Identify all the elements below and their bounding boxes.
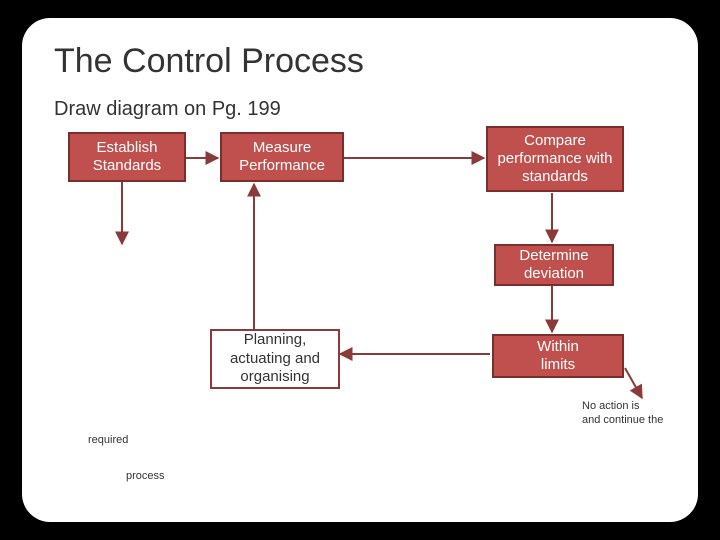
- box-compare: Compare performance with standards: [486, 126, 624, 192]
- note-text: No action is and continue the: [582, 400, 663, 426]
- note-no-action: No action is and continue the: [582, 400, 692, 428]
- slide-subtitle: Draw diagram on Pg. 199: [54, 98, 281, 121]
- box-planning: Planning, actuating and organising: [210, 329, 340, 389]
- slide-title: The Control Process: [54, 42, 364, 81]
- box-establish-standards: Establish Standards: [68, 132, 186, 182]
- box-within-limits: Within limits: [492, 334, 624, 378]
- note-required: required: [88, 434, 128, 448]
- slide-card: The Control Process Draw diagram on Pg. …: [22, 18, 698, 522]
- note-process: process: [126, 470, 165, 484]
- box-label: Planning, actuating and organising: [216, 331, 334, 387]
- box-label: Determine deviation: [500, 247, 608, 283]
- box-label: Measure Performance: [239, 139, 325, 175]
- box-label: Within limits: [537, 338, 579, 374]
- box-determine-deviation: Determine deviation: [494, 244, 614, 286]
- note-text: process: [126, 470, 165, 482]
- box-label: Establish Standards: [93, 139, 161, 175]
- box-label: Compare performance with standards: [492, 132, 618, 186]
- box-measure-performance: Measure Performance: [220, 132, 344, 182]
- note-text: required: [88, 434, 128, 446]
